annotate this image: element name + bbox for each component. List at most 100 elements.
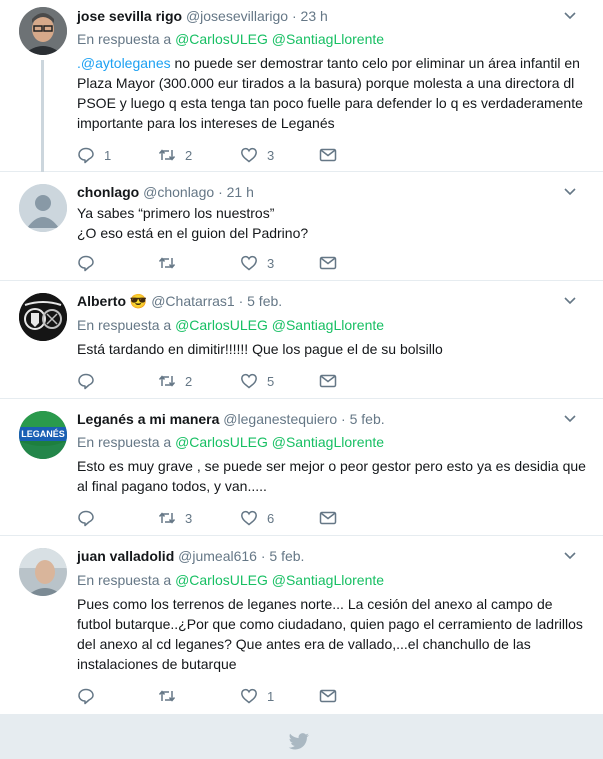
like-button[interactable]: 6 bbox=[240, 508, 274, 528]
like-count: 1 bbox=[267, 688, 275, 704]
tweet-actions: 3 bbox=[77, 253, 347, 273]
reply-button[interactable] bbox=[77, 253, 95, 273]
chevron-down-icon[interactable] bbox=[563, 9, 577, 23]
tweet-item[interactable]: Alberto 😎 @Chatarras1 · 5 feb. En respue… bbox=[0, 281, 603, 399]
reply-mention[interactable]: @CarlosULEG bbox=[175, 434, 268, 450]
tweet-header: Alberto 😎 @Chatarras1 · 5 feb. bbox=[77, 292, 282, 310]
tweet-header: juan valladolid @jumeal616 · 5 feb. bbox=[77, 547, 304, 565]
avatar[interactable] bbox=[19, 7, 67, 55]
tweet-item[interactable]: LEGANÉS Leganés a mi manera @leganestequ… bbox=[0, 399, 603, 536]
timeline-footer bbox=[0, 714, 603, 759]
timestamp[interactable]: · 21 h bbox=[218, 184, 254, 200]
tweet-header: Leganés a mi manera @leganestequiero · 5… bbox=[77, 410, 385, 428]
twitter-bird-icon bbox=[288, 733, 309, 750]
retweet-button[interactable] bbox=[158, 253, 176, 273]
direct-message-button[interactable] bbox=[319, 508, 337, 528]
reply-icon bbox=[78, 373, 94, 390]
tweet-text-line: ¿O eso está en el guion del Padrino? bbox=[77, 225, 309, 241]
reply-mention[interactable]: @SantiagLlorente bbox=[272, 317, 384, 333]
tweet-text: Está tardando en dimitir!!!!!! Que los p… bbox=[77, 341, 443, 357]
user-handle[interactable]: @chonlago bbox=[143, 184, 214, 200]
tweet-text-line: Ya sabes “primero los nuestros” bbox=[77, 205, 275, 221]
like-count: 3 bbox=[267, 147, 275, 163]
tweet-header: chonlago @chonlago · 21 h bbox=[77, 183, 254, 201]
user-handle[interactable]: @josesevillarigo bbox=[186, 8, 288, 24]
reply-mention[interactable]: @CarlosULEG bbox=[175, 317, 268, 333]
reply-mention[interactable]: @SantiagLlorente bbox=[272, 572, 384, 588]
avatar[interactable]: LEGANÉS bbox=[19, 411, 67, 459]
display-name[interactable]: chonlago bbox=[77, 184, 139, 200]
display-name[interactable]: juan valladolid bbox=[77, 548, 174, 564]
display-name[interactable]: jose sevilla rigo bbox=[77, 8, 182, 24]
chevron-down-icon[interactable] bbox=[563, 185, 577, 199]
timestamp[interactable]: · 5 feb. bbox=[239, 293, 283, 309]
tweet-actions: 1 bbox=[77, 686, 347, 706]
reply-button[interactable] bbox=[77, 371, 95, 391]
like-button[interactable]: 3 bbox=[240, 253, 274, 273]
envelope-icon bbox=[319, 374, 337, 388]
avatar[interactable] bbox=[19, 548, 67, 596]
reply-button[interactable] bbox=[77, 508, 95, 528]
chevron-down-icon[interactable] bbox=[563, 549, 577, 563]
tweet-header: jose sevilla rigo @josesevillarigo · 23 … bbox=[77, 7, 328, 25]
like-button[interactable]: 5 bbox=[240, 371, 274, 391]
reply-icon bbox=[78, 688, 94, 705]
direct-message-button[interactable] bbox=[319, 145, 337, 165]
user-handle[interactable]: @leganestequiero bbox=[223, 411, 337, 427]
like-count: 3 bbox=[267, 255, 275, 271]
reply-context: En respuesta a @CarlosULEG @SantiagLlore… bbox=[77, 316, 384, 334]
chevron-down-icon[interactable] bbox=[563, 294, 577, 308]
reply-button[interactable]: 1 bbox=[77, 145, 111, 165]
timestamp[interactable]: · 5 feb. bbox=[261, 548, 305, 564]
user-handle[interactable]: @Chatarras1 bbox=[151, 293, 234, 309]
tweet-text: Ya sabes “primero los nuestros” ¿O eso e… bbox=[77, 203, 587, 243]
heart-icon bbox=[241, 373, 257, 389]
retweet-button[interactable]: 2 bbox=[158, 371, 192, 391]
retweet-button[interactable] bbox=[158, 686, 176, 706]
heart-icon bbox=[241, 510, 257, 526]
reply-prefix: En respuesta a bbox=[77, 317, 172, 333]
avatar[interactable] bbox=[19, 293, 67, 341]
mention-link[interactable]: .@aytoleganes bbox=[77, 55, 171, 71]
tweet-item[interactable]: chonlago @chonlago · 21 h Ya sabes “prim… bbox=[0, 172, 603, 281]
timestamp[interactable]: · 23 h bbox=[292, 8, 328, 24]
display-name[interactable]: Leganés a mi manera bbox=[77, 411, 219, 427]
retweet-icon bbox=[158, 375, 176, 387]
reply-mention[interactable]: @SantiagLlorente bbox=[272, 31, 384, 47]
chevron-down-icon[interactable] bbox=[563, 412, 577, 426]
thread-connector bbox=[41, 60, 44, 172]
timestamp[interactable]: · 5 feb. bbox=[341, 411, 385, 427]
reply-context: En respuesta a @CarlosULEG @SantiagLlore… bbox=[77, 571, 384, 589]
retweet-button[interactable]: 2 bbox=[158, 145, 192, 165]
tweet-item[interactable]: jose sevilla rigo @josesevillarigo · 23 … bbox=[0, 0, 603, 172]
direct-message-button[interactable] bbox=[319, 686, 337, 706]
reply-mention[interactable]: @CarlosULEG bbox=[175, 31, 268, 47]
direct-message-button[interactable] bbox=[319, 371, 337, 391]
tweet-actions: 3 6 bbox=[77, 508, 347, 528]
avatar[interactable] bbox=[19, 184, 67, 232]
tweet-text: Pues como los terrenos de leganes norte.… bbox=[77, 596, 583, 672]
reply-context: En respuesta a @CarlosULEG @SantiagLlore… bbox=[77, 433, 384, 451]
reply-prefix: En respuesta a bbox=[77, 31, 172, 47]
retweet-button[interactable]: 3 bbox=[158, 508, 192, 528]
user-handle[interactable]: @jumeal616 bbox=[178, 548, 257, 564]
envelope-icon bbox=[319, 256, 337, 270]
reply-count: 1 bbox=[104, 147, 112, 163]
like-button[interactable]: 1 bbox=[240, 686, 274, 706]
direct-message-button[interactable] bbox=[319, 253, 337, 273]
envelope-icon bbox=[319, 511, 337, 525]
tweet-item[interactable]: juan valladolid @jumeal616 · 5 feb. En r… bbox=[0, 536, 603, 714]
sunglasses-emoji: 😎 bbox=[129, 293, 148, 309]
avatar-logo-text: LEGANÉS bbox=[21, 429, 65, 439]
envelope-icon bbox=[319, 689, 337, 703]
tweet-text: .@aytoleganes no puede ser demostrar tan… bbox=[77, 53, 587, 133]
reply-prefix: En respuesta a bbox=[77, 434, 172, 450]
like-button[interactable]: 3 bbox=[240, 145, 274, 165]
reply-mention[interactable]: @CarlosULEG bbox=[175, 572, 268, 588]
reply-button[interactable] bbox=[77, 686, 95, 706]
heart-icon bbox=[241, 688, 257, 704]
retweet-icon bbox=[158, 512, 176, 524]
display-name[interactable]: Alberto bbox=[77, 293, 126, 309]
retweet-count: 2 bbox=[185, 147, 193, 163]
reply-mention[interactable]: @SantiagLlorente bbox=[272, 434, 384, 450]
